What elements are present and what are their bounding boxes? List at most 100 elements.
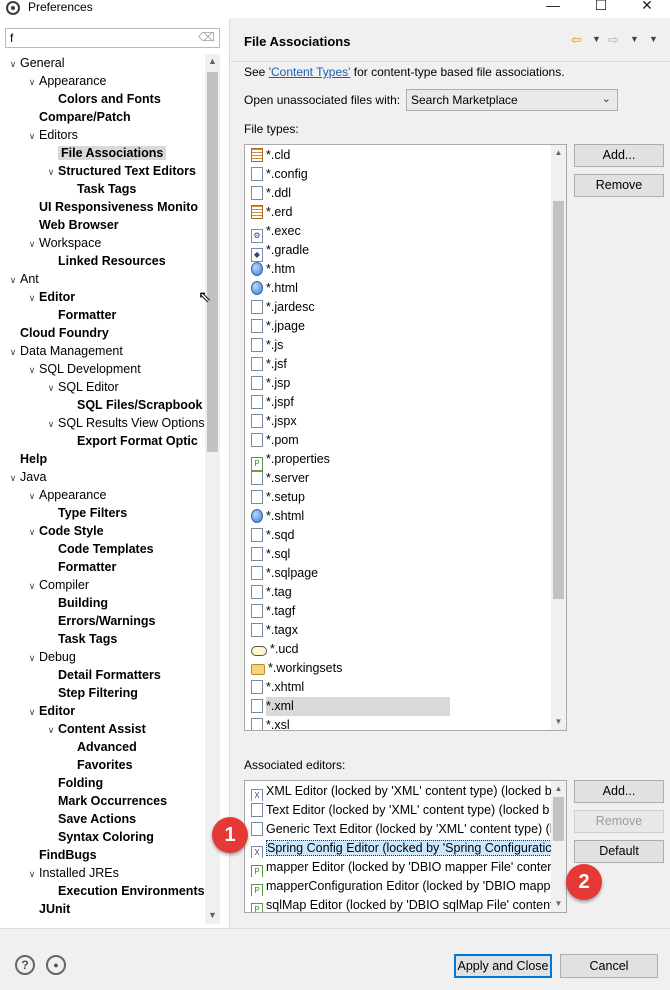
editors-scroll-thumb[interactable] <box>553 797 564 841</box>
tree-item[interactable]: ∨ Debug <box>25 648 76 666</box>
tree-item[interactable]: Linked Resources <box>44 252 166 270</box>
file-type-row[interactable]: *.jardesc <box>245 298 553 317</box>
maximize-button[interactable]: ☐ <box>578 0 624 17</box>
file-type-row[interactable]: *.jpage <box>245 317 553 336</box>
file-type-row[interactable]: *.pom <box>245 431 553 450</box>
filter-input[interactable]: f ⌫ <box>5 28 220 48</box>
tree-item[interactable]: Building <box>44 594 108 612</box>
scroll-down-icon[interactable]: ▼ <box>205 910 220 920</box>
tree-item[interactable]: ∨ Structured Text Editors <box>44 162 196 180</box>
default-editor-button[interactable]: Default <box>574 840 664 863</box>
add-file-type-button[interactable]: Add... <box>574 144 664 167</box>
tree-item[interactable]: Compare/Patch <box>25 108 131 126</box>
file-type-row[interactable]: *.xml <box>245 697 553 716</box>
tree-item[interactable]: Step Filtering <box>44 684 138 702</box>
file-type-row[interactable]: *.ucd <box>245 640 553 659</box>
tree-item[interactable]: Favorites <box>63 756 133 774</box>
add-editor-button[interactable]: Add... <box>574 780 664 803</box>
tree-item[interactable]: ∨ Java <box>6 468 47 486</box>
chevron-down-icon[interactable]: ∨ <box>25 235 39 253</box>
forward-arrow-icon[interactable]: ⇨ <box>608 32 619 48</box>
tree-item[interactable]: Formatter <box>44 558 116 576</box>
minimize-button[interactable]: — <box>530 0 576 17</box>
associated-editors-list[interactable]: X XML Editor (locked by 'XML' content typ… <box>244 780 567 913</box>
tree-item[interactable]: Mark Occurrences <box>44 792 167 810</box>
tree-scrollbar[interactable]: ▲ ▼ <box>205 54 220 924</box>
tree-item[interactable]: UI Responsiveness Monito <box>25 198 198 216</box>
chevron-down-icon[interactable]: ∨ <box>44 163 58 181</box>
tree-item[interactable]: File Associations <box>44 144 167 162</box>
tree-item[interactable]: Execution Environments <box>44 882 205 900</box>
tree-item[interactable]: ∨ Installed JREs <box>25 864 119 882</box>
scroll-up-icon[interactable]: ▲ <box>205 56 220 66</box>
content-types-link[interactable]: 'Content Types' <box>269 65 351 79</box>
view-menu-icon[interactable]: ▼ <box>649 34 658 44</box>
tree-item[interactable]: ∨ Editors <box>25 126 78 144</box>
tree-item[interactable]: Save Actions <box>44 810 136 828</box>
file-type-row[interactable]: *.ddl <box>245 184 553 203</box>
file-type-row[interactable]: *.erd <box>245 203 553 222</box>
chevron-down-icon[interactable]: ∨ <box>25 523 39 541</box>
chevron-down-icon[interactable]: ∨ <box>6 343 20 361</box>
file-type-row[interactable]: *.workingsets <box>245 659 553 678</box>
tree-item[interactable]: ∨ SQL Development <box>25 360 141 378</box>
tree-item[interactable]: FindBugs <box>25 846 97 864</box>
file-type-row[interactable]: *.server <box>245 469 553 488</box>
chevron-down-icon[interactable]: ∨ <box>25 703 39 721</box>
clear-filter-icon[interactable]: ⌫ <box>198 30 215 44</box>
tree-item[interactable]: ∨ SQL Editor <box>44 378 119 396</box>
scroll-up-icon[interactable]: ▲ <box>551 148 566 157</box>
chevron-down-icon[interactable]: ∨ <box>6 55 20 73</box>
file-type-row[interactable]: *.config <box>245 165 553 184</box>
tree-item[interactable]: Errors/Warnings <box>44 612 155 630</box>
file-types-scrollbar[interactable]: ▲ ▼ <box>551 145 566 730</box>
chevron-down-icon[interactable]: ∨ <box>25 865 39 883</box>
file-type-row[interactable]: *.tag <box>245 583 553 602</box>
file-type-row[interactable]: *.sql <box>245 545 553 564</box>
record-macro-icon[interactable]: ● <box>46 955 66 975</box>
tree-item[interactable]: ∨ Appearance <box>25 486 107 505</box>
tree-item[interactable]: Colors and Fonts <box>44 90 161 108</box>
scroll-up-icon[interactable]: ▲ <box>551 784 566 793</box>
tree-item[interactable]: ∨ SQL Results View Options <box>44 414 205 432</box>
tree-item[interactable]: ∨ Content Assist <box>44 720 146 738</box>
file-types-scroll-thumb[interactable] <box>553 201 564 599</box>
tree-item[interactable]: ∨ Editor <box>25 288 75 306</box>
tree-item[interactable]: Web Browser <box>25 216 119 234</box>
tree-item[interactable]: Task Tags <box>63 180 136 198</box>
tree-item[interactable]: Type Filters <box>44 504 127 522</box>
apply-and-close-button[interactable]: Apply and Close <box>454 954 552 978</box>
file-type-row[interactable]: *.setup <box>245 488 553 507</box>
tree-item[interactable]: ∨ Ant <box>6 270 39 288</box>
tree-item[interactable]: Code Templates <box>44 540 154 558</box>
tree-item[interactable]: Syntax Coloring <box>44 828 154 846</box>
file-type-row[interactable]: P *.properties <box>245 450 553 471</box>
chevron-down-icon[interactable]: ∨ <box>6 271 20 289</box>
scroll-down-icon[interactable]: ▼ <box>551 899 566 908</box>
tree-item[interactable]: ∨ General <box>6 54 65 73</box>
file-type-row[interactable]: *.js <box>245 336 553 355</box>
file-type-row[interactable]: *.cld <box>245 146 553 165</box>
file-type-row[interactable]: *.xhtml <box>245 678 553 697</box>
tree-item[interactable]: JUnit <box>25 900 70 918</box>
tree-scroll-thumb[interactable] <box>207 72 218 452</box>
tree-item[interactable]: Task Tags <box>44 630 117 648</box>
tree-item[interactable]: ∨ Workspace <box>25 234 102 253</box>
tree-item[interactable]: ∨ Appearance <box>25 72 107 90</box>
file-type-row[interactable]: *.html <box>245 279 553 298</box>
file-type-row[interactable]: ◆ *.gradle <box>245 241 553 262</box>
tree-item[interactable]: Advanced <box>63 738 137 756</box>
file-type-row[interactable]: ⚙ *.exec <box>245 222 553 243</box>
chevron-down-icon[interactable]: ∨ <box>44 379 58 397</box>
cancel-button[interactable]: Cancel <box>560 954 658 978</box>
chevron-down-icon[interactable]: ∨ <box>25 487 39 505</box>
file-type-row[interactable]: *.jsp <box>245 374 553 393</box>
remove-file-type-button[interactable]: Remove <box>574 174 664 197</box>
associated-editor-row[interactable]: Pmapper Editor (locked by 'DBIO mapper F… <box>245 858 553 877</box>
associated-editor-row[interactable]: Generic Text Editor (locked by 'XML' con… <box>245 820 553 839</box>
tree-item[interactable]: Folding <box>44 774 103 792</box>
chevron-down-icon[interactable]: ∨ <box>25 577 39 595</box>
associated-editor-row[interactable]: Text Editor (locked by 'XML' content typ… <box>245 801 553 820</box>
associated-editor-row[interactable]: X XML Editor (locked by 'XML' content typ… <box>245 782 553 801</box>
remove-editor-button[interactable]: Remove <box>574 810 664 833</box>
